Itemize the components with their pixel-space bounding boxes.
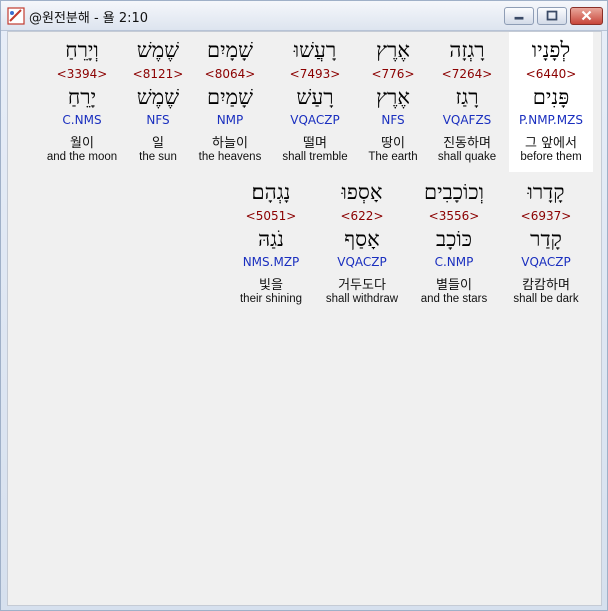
maximize-icon	[546, 10, 558, 21]
minimize-button[interactable]	[504, 7, 534, 25]
app-window: @원전분해 - 욜 2:10 לְפָנָיו <6440> פָּנִים P…	[0, 0, 608, 611]
minimize-icon	[514, 16, 524, 20]
korean-gloss: 거두도다	[338, 278, 386, 293]
hebrew-word: לְפָנָיו	[531, 38, 571, 62]
hebrew-lemma: אָסַף	[344, 227, 380, 251]
close-icon	[581, 10, 592, 21]
morphology-code: VQAFZS	[442, 113, 492, 127]
korean-gloss: 땅이	[381, 136, 405, 151]
word-card[interactable]: וְכוֹכָבִים <3556> כּוֹכָב C.NMP 별들이 and…	[412, 174, 496, 314]
hebrew-lemma: שֶׁמֶשׁ	[136, 85, 180, 109]
morphology-code: VQACZP	[521, 255, 571, 269]
word-card[interactable]: קָדָרוּ <6937> קָדַר VQACZP 캄캄하며 shall b…	[504, 174, 588, 314]
morphology-code: VQACZP	[290, 113, 340, 127]
english-gloss: and the moon	[46, 151, 118, 163]
window-title: @원전분해 - 욜 2:10	[29, 11, 149, 26]
hebrew-lemma: רָגַז	[455, 85, 479, 109]
hebrew-lemma: נֹגַהּ	[258, 227, 284, 251]
strong-number[interactable]: <7264>	[425, 67, 509, 81]
morphology-code: NFS	[146, 113, 170, 127]
morphology-code: NMS.MZP	[242, 255, 300, 269]
maximize-button[interactable]	[537, 7, 567, 25]
korean-gloss: 진동하며	[443, 136, 491, 151]
app-icon	[7, 7, 25, 25]
morphology-code: C.NMP	[434, 255, 474, 269]
strong-number[interactable]: <8121>	[116, 67, 200, 81]
morphology-code: NFS	[381, 113, 405, 127]
hebrew-word: נָגְהָם׃	[251, 180, 291, 204]
hebrew-lemma: קָדַר	[530, 227, 562, 251]
hebrew-word: קָדָרוּ	[527, 180, 565, 204]
hebrew-word: רָגְזָה	[449, 38, 485, 62]
english-gloss: before them	[520, 151, 582, 163]
korean-gloss: 월이	[70, 136, 94, 151]
korean-gloss: 캄캄하며	[522, 278, 570, 293]
word-card[interactable]: וְיָרֵחַ <3394> יָרֵחַ C.NMS 월이 and the …	[40, 32, 124, 172]
word-card[interactable]: אָסְפוּ <622> אָסַף VQACZP 거두도다 shall wi…	[320, 174, 404, 314]
english-gloss: and the stars	[420, 293, 488, 305]
english-gloss: shall tremble	[282, 151, 348, 163]
morphology-code: VQACZP	[337, 255, 387, 269]
strong-number[interactable]: <3394>	[40, 67, 124, 81]
title-bar[interactable]: @원전분해 - 욜 2:10	[1, 1, 607, 31]
hebrew-word: שֶׁמֶשׁ	[136, 38, 180, 62]
analysis-panel: לְפָנָיו <6440> פָּנִים P.NMP.MZS 그 앞에서 …	[7, 31, 602, 606]
hebrew-word: וְכוֹכָבִים	[423, 180, 484, 204]
english-gloss: their shining	[239, 293, 302, 305]
word-card[interactable]: אֶרֶץ <776> אֶרֶץ NFS 땅이 The earth	[351, 32, 435, 172]
strong-number[interactable]: <8064>	[188, 67, 272, 81]
hebrew-lemma: יָרֵחַ	[67, 85, 97, 109]
strong-number[interactable]: <776>	[351, 67, 435, 81]
hebrew-word: רָעֲשׁוּ	[293, 38, 337, 62]
english-gloss: shall withdraw	[325, 293, 399, 305]
korean-gloss: 하늘이	[212, 136, 248, 151]
english-gloss: shall be dark	[513, 293, 579, 305]
strong-number[interactable]: <5051>	[229, 209, 313, 223]
hebrew-lemma: רָעַשׁ	[296, 85, 334, 109]
korean-gloss: 빛을	[259, 278, 283, 293]
hebrew-lemma: אֶרֶץ	[376, 85, 410, 109]
word-card[interactable]: נָגְהָם׃ <5051> נֹגַהּ NMS.MZP 빛을 their …	[229, 174, 313, 314]
korean-gloss: 일	[152, 136, 164, 151]
morphology-code: P.NMP.MZS	[519, 113, 583, 127]
korean-gloss: 별들이	[436, 278, 472, 293]
strong-number[interactable]: <6440>	[509, 67, 593, 81]
hebrew-word: וְיָרֵחַ	[65, 38, 99, 62]
word-card[interactable]: רָעֲשׁוּ <7493> רָעַשׁ VQACZP 떨며 shall t…	[273, 32, 357, 172]
close-button[interactable]	[570, 7, 603, 25]
korean-gloss: 그 앞에서	[525, 136, 577, 151]
hebrew-word: אֶרֶץ	[376, 38, 410, 62]
hebrew-lemma: כּוֹכָב	[435, 227, 473, 251]
strong-number[interactable]: <3556>	[412, 209, 496, 223]
strong-number[interactable]: <6937>	[504, 209, 588, 223]
strong-number[interactable]: <622>	[320, 209, 404, 223]
hebrew-lemma: פָּנִים	[532, 85, 570, 109]
morphology-code: NMP	[216, 113, 244, 127]
hebrew-word: שָׁמָיִם	[207, 38, 253, 62]
word-card[interactable]: לְפָנָיו <6440> פָּנִים P.NMP.MZS 그 앞에서 …	[509, 32, 593, 172]
hebrew-lemma: שָׁמַיִם	[207, 85, 253, 109]
hebrew-word: אָסְפוּ	[341, 180, 383, 204]
korean-gloss: 떨며	[303, 136, 327, 151]
strong-number[interactable]: <7493>	[273, 67, 357, 81]
morphology-code: C.NMS	[62, 113, 102, 127]
